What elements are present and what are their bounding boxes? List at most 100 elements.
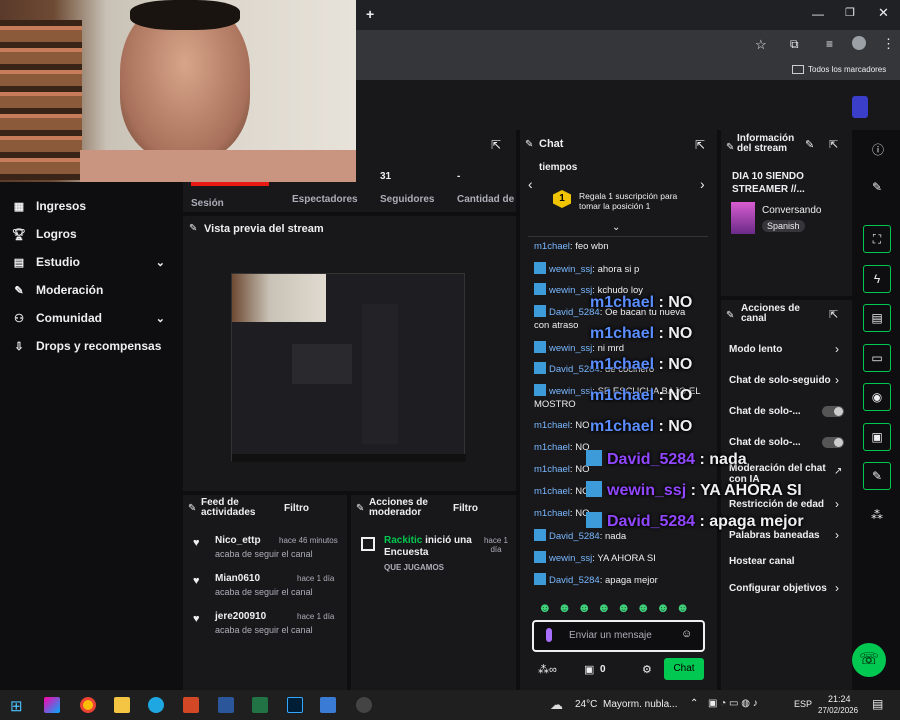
chat-message[interactable]: m1chael: NO [534, 508, 589, 519]
gift-text[interactable]: Regala 1 suscripción para tomar la posic… [579, 191, 689, 211]
chat-username[interactable]: m1chael [534, 464, 570, 475]
popout-icon[interactable]: ⇱ [829, 308, 838, 321]
chevron-down-icon[interactable]: ⌄ [156, 256, 165, 269]
profile-icon[interactable] [852, 36, 866, 50]
copilot-icon[interactable] [44, 697, 60, 713]
excel-icon[interactable] [252, 697, 268, 713]
chat-message[interactable]: wewin_ssj: ahora si p [534, 262, 639, 275]
preview-video[interactable] [231, 273, 466, 462]
help-chat-button[interactable]: ☏ [852, 643, 886, 677]
chat-username[interactable]: David_5284 [549, 531, 600, 542]
chat-username[interactable]: m1chael [534, 508, 570, 519]
sidebar-item-moderacion[interactable]: ✎ Moderación [10, 278, 175, 302]
message-icon[interactable]: ▭ [863, 344, 891, 372]
collapse-icon[interactable]: ⌄ [612, 222, 620, 233]
media-icon[interactable]: ≡ [826, 37, 833, 51]
chat-input[interactable]: Enviar un mensaje ☺ [532, 620, 705, 652]
chat-message[interactable]: David_5284: apaga mejor [534, 573, 658, 586]
menu-icon[interactable]: ⋮ [882, 36, 895, 52]
chat-message[interactable]: m1chael: NO [534, 442, 589, 453]
chat-username[interactable]: m1chael [534, 241, 570, 252]
notification-icon[interactable]: ▤ [872, 697, 883, 711]
all-bookmarks-link[interactable]: Todos los marcadores [808, 65, 886, 74]
chat-message[interactable]: con atraso [534, 320, 578, 331]
chevron-right-icon[interactable]: › [835, 497, 839, 511]
chat-message[interactable]: m1chael: NO [534, 464, 589, 475]
clock-time[interactable]: 21:24 [828, 694, 851, 704]
store-icon[interactable] [320, 697, 336, 713]
chat-username[interactable]: wewin_ssj [549, 285, 592, 296]
chat-username[interactable]: wewin_ssj [549, 386, 592, 397]
more-icon[interactable]: ⁂ [871, 508, 883, 522]
popout-icon[interactable]: ⇱ [491, 138, 501, 152]
action-age-restriction[interactable]: Restricción de edad [729, 499, 833, 510]
chat-message[interactable]: m1chael: feo wbn [534, 241, 608, 252]
action-banned-words[interactable]: Palabras baneadas [729, 530, 849, 541]
chevron-right-icon[interactable]: › [835, 528, 839, 542]
feed-user[interactable]: Mian0610 [215, 573, 260, 584]
chat-username[interactable]: m1chael [534, 442, 570, 453]
feed-user[interactable]: jere200910 [215, 611, 266, 622]
star-icon[interactable]: ☆ [755, 37, 767, 53]
chevron-right-icon[interactable]: › [835, 342, 839, 356]
action-slow-mode[interactable]: Modo lento [729, 344, 849, 355]
category-thumbnail[interactable] [731, 202, 755, 234]
emote-bar[interactable]: ☻☻☻☻☻☻☻☻ [538, 600, 708, 616]
minimize-icon[interactable]: — [812, 7, 824, 21]
wrench-icon[interactable]: ✎ [863, 462, 891, 490]
emote-icon[interactable]: ☺ [681, 628, 692, 640]
chevron-right-icon[interactable]: › [835, 373, 839, 387]
new-tab-button[interactable]: + [366, 6, 374, 22]
user-avatar[interactable] [852, 96, 868, 118]
emote-only-toggle[interactable] [822, 437, 844, 448]
gift-icon[interactable]: ▣ [584, 663, 594, 676]
close-icon[interactable]: ✕ [878, 5, 889, 21]
category-name[interactable]: Conversando [762, 205, 821, 216]
chevron-down-icon[interactable]: ⌄ [156, 312, 165, 325]
chat-username[interactable]: wewin_ssj [549, 264, 592, 275]
weather-icon[interactable]: ☁ [550, 697, 563, 713]
restore-icon[interactable]: ❐ [845, 6, 855, 19]
chat-username[interactable]: wewin_ssj [549, 553, 592, 564]
chat-username[interactable]: David_5284 [549, 575, 600, 586]
broadcast-icon[interactable]: ◉ [863, 383, 891, 411]
sidebar-item-ingresos[interactable]: ▦ Ingresos [10, 194, 175, 218]
mod-filter-button[interactable]: Filtro [453, 503, 478, 514]
video-icon[interactable]: ▣ [863, 423, 891, 451]
pencil-icon[interactable]: ✎ [872, 180, 882, 194]
chat-message[interactable]: wewin_ssj: YA AHORA SI [534, 551, 656, 564]
mod-action-user[interactable]: Rackitic [384, 535, 422, 546]
info-circle-icon[interactable]: ⓘ [872, 141, 884, 158]
obs-icon[interactable] [356, 697, 372, 713]
subs-only-toggle[interactable] [822, 406, 844, 417]
sidebar-item-estudio[interactable]: ▤ Estudio ⌄ [10, 250, 175, 274]
chat-username[interactable]: m1chael [534, 420, 570, 431]
tray-icons[interactable]: ▣ ◔ ▭ ◍ ♪ [708, 698, 758, 709]
powerpoint-icon[interactable] [183, 697, 199, 713]
extensions-icon[interactable]: ⧉ [790, 37, 799, 52]
chat-username[interactable]: m1chael [534, 486, 570, 497]
tray-chevron-icon[interactable]: ⌃ [690, 698, 698, 709]
chevron-right-icon[interactable]: › [835, 581, 839, 595]
word-icon[interactable] [218, 697, 234, 713]
points-icon[interactable]: ⁂∞ [538, 663, 557, 676]
windows-start-icon[interactable]: ⊞ [10, 697, 23, 715]
chevron-right-icon[interactable]: › [700, 176, 705, 192]
language-indicator[interactable]: ESP [794, 699, 812, 709]
chat-username[interactable]: wewin_ssj [549, 343, 592, 354]
chat-message[interactable]: MOSTRO [534, 399, 576, 410]
popout-icon[interactable]: ⇱ [695, 138, 705, 152]
clip-icon[interactable]: ⛶ [863, 225, 891, 253]
action-followers-only[interactable]: Chat de solo-seguido [729, 375, 833, 386]
chat-message[interactable]: m1chael: NO [534, 486, 589, 497]
note-icon[interactable]: ▤ [863, 304, 891, 332]
activity-filter-button[interactable]: Filtro [284, 503, 309, 514]
sidebar-item-drops[interactable]: ⇩ Drops y recompensas [10, 334, 175, 358]
photoshop-icon[interactable] [287, 697, 303, 713]
file-explorer-icon[interactable] [114, 697, 130, 713]
language-tag[interactable]: Spanish [762, 220, 805, 232]
edit-icon[interactable]: ✎ [805, 138, 814, 151]
feed-user[interactable]: Nico_ettp [215, 535, 261, 546]
sidebar-item-logros[interactable]: 🏆︎ Logros [10, 222, 175, 246]
settings-icon[interactable]: ⚙ [642, 663, 652, 676]
